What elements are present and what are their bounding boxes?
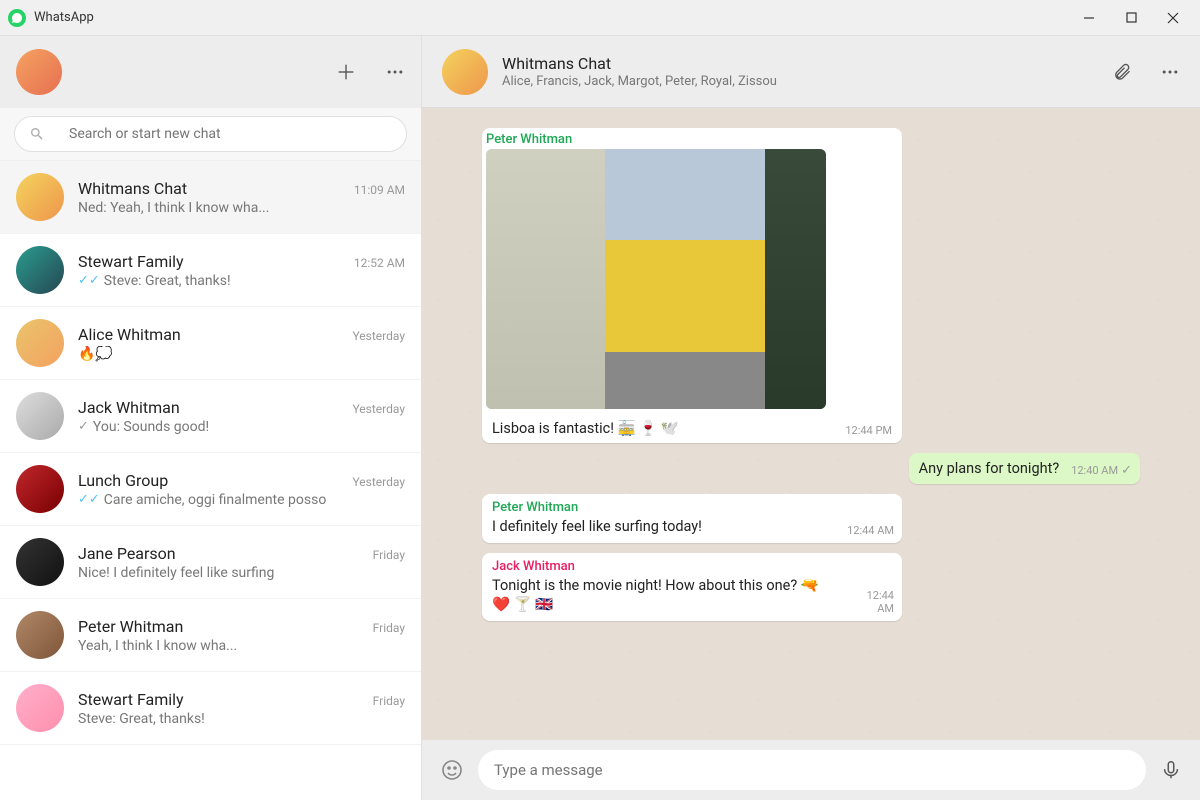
message-text: Lisboa is fantastic! 🚋 🍷 🕊️: [486, 415, 685, 439]
attach-button[interactable]: [1112, 62, 1132, 82]
message-incoming[interactable]: Peter Whitman Lisboa is fantastic! 🚋 🍷 🕊️…: [482, 128, 902, 443]
read-check-icon: ✓✓: [78, 492, 100, 507]
composer: [422, 740, 1200, 800]
message-image[interactable]: [486, 149, 826, 409]
chat-item[interactable]: Alice Whitman Yesterday 🔥💭: [0, 307, 421, 380]
close-button[interactable]: [1166, 11, 1180, 25]
conversation-header[interactable]: Whitmans Chat Alice, Francis, Jack, Marg…: [422, 36, 1200, 108]
message-incoming[interactable]: Jack Whitman Tonight is the movie night! …: [482, 553, 902, 621]
chat-preview: ✓ You: Sounds good!: [78, 419, 405, 435]
chat-time: Friday: [373, 621, 405, 635]
chat-avatar: [16, 246, 64, 294]
chat-item[interactable]: Jack Whitman Yesterday ✓ You: Sounds good!: [0, 380, 421, 453]
chat-preview: 🔥💭: [78, 346, 405, 362]
chat-name: Jack Whitman: [78, 398, 180, 417]
chat-name: Stewart Family: [78, 252, 184, 271]
chat-avatar: [16, 173, 64, 221]
message-input-wrap[interactable]: [478, 750, 1146, 790]
message-time: 12:44 AM: [852, 589, 894, 615]
emoji-button[interactable]: [440, 758, 464, 782]
chat-time: Friday: [373, 548, 405, 562]
my-avatar[interactable]: [16, 49, 62, 95]
chat-name: Whitmans Chat: [78, 179, 187, 198]
chat-avatar: [16, 392, 64, 440]
new-chat-button[interactable]: [335, 61, 357, 83]
chat-name: Alice Whitman: [78, 325, 181, 344]
message-time: 12:44 AM: [847, 524, 894, 537]
messages-area[interactable]: Peter Whitman Lisboa is fantastic! 🚋 🍷 🕊️…: [422, 108, 1200, 740]
chat-avatar: [16, 465, 64, 513]
voice-button[interactable]: [1160, 759, 1182, 781]
sent-check-icon: ✓: [78, 419, 89, 434]
chat-preview: Steve: Great, thanks!: [78, 711, 405, 727]
conversation-members: Alice, Francis, Jack, Margot, Peter, Roy…: [502, 74, 777, 89]
minimize-button[interactable]: [1082, 11, 1096, 25]
chat-preview: ✓✓ Care amiche, oggi finalmente posso: [78, 492, 405, 508]
chat-name: Stewart Family: [78, 690, 184, 709]
chat-avatar: [16, 684, 64, 732]
message-time: 12:44 PM: [845, 424, 898, 439]
message-sender: Peter Whitman: [486, 132, 898, 147]
chat-name: Jane Pearson: [78, 544, 176, 563]
search-input[interactable]: [69, 126, 392, 142]
whatsapp-logo-icon: [8, 9, 26, 27]
chat-avatar: [16, 611, 64, 659]
chat-list: Whitmans Chat 11:09 AM Ned: Yeah, I think …: [0, 161, 421, 800]
chat-avatar: [16, 319, 64, 367]
conversation-title: Whitmans Chat: [502, 54, 777, 73]
sent-check-icon: ✓: [1121, 463, 1132, 478]
message-text: I definitely feel like surfing today!: [492, 517, 702, 537]
menu-button[interactable]: [385, 62, 405, 82]
message-time: 12:40 AM ✓: [1071, 463, 1132, 478]
chat-item[interactable]: Peter Whitman Friday Yeah, I think I know …: [0, 599, 421, 672]
chat-preview: ✓✓ Steve: Great, thanks!: [78, 273, 405, 289]
conversation-menu-button[interactable]: [1160, 62, 1180, 82]
message-outgoing[interactable]: Any plans for tonight? 12:40 AM ✓: [909, 453, 1140, 485]
read-check-icon: ✓✓: [78, 273, 100, 288]
sidebar-header: [0, 36, 421, 108]
chat-preview: Nice! I definitely feel like surfing: [78, 565, 405, 581]
chat-time: Yesterday: [352, 402, 405, 416]
chat-item[interactable]: Lunch Group Yesterday ✓✓ Care amiche, oggi…: [0, 453, 421, 526]
message-input[interactable]: [494, 761, 1130, 779]
chat-name: Lunch Group: [78, 471, 168, 490]
maximize-button[interactable]: [1124, 11, 1138, 25]
chat-time: 12:52 AM: [354, 256, 405, 270]
chat-time: 11:09 AM: [354, 183, 405, 197]
chat-time: Yesterday: [352, 475, 405, 489]
window-title: WhatsApp: [34, 10, 94, 25]
search-bar: [0, 108, 421, 161]
sidebar: Whitmans Chat 11:09 AM Ned: Yeah, I think …: [0, 36, 422, 800]
chat-item[interactable]: Whitmans Chat 11:09 AM Ned: Yeah, I think …: [0, 161, 421, 234]
chat-name: Peter Whitman: [78, 617, 183, 636]
conversation-panel: Whitmans Chat Alice, Francis, Jack, Marg…: [422, 36, 1200, 800]
message-text: Tonight is the movie night! How about th…: [492, 576, 840, 615]
chat-preview: Ned: Yeah, I think I know wha...: [78, 200, 405, 216]
chat-avatar: [16, 538, 64, 586]
search-icon: [29, 126, 45, 142]
search-box[interactable]: [14, 116, 407, 152]
chat-time: Friday: [373, 694, 405, 708]
chat-time: Yesterday: [352, 329, 405, 343]
chat-item[interactable]: Jane Pearson Friday Nice! I definitely fee…: [0, 526, 421, 599]
message-sender: Jack Whitman: [492, 559, 894, 574]
chat-item[interactable]: Stewart Family Friday Steve: Great, thanks…: [0, 672, 421, 745]
chat-item[interactable]: Stewart Family 12:52 AM ✓✓ Steve: Great, t…: [0, 234, 421, 307]
message-sender: Peter Whitman: [492, 500, 894, 515]
message-incoming[interactable]: Peter Whitman I definitely feel like surf…: [482, 494, 902, 543]
chat-preview: Yeah, I think I know wha...: [78, 638, 405, 654]
message-text: Any plans for tonight?: [919, 459, 1060, 479]
window-titlebar: WhatsApp: [0, 0, 1200, 36]
conversation-avatar: [442, 49, 488, 95]
